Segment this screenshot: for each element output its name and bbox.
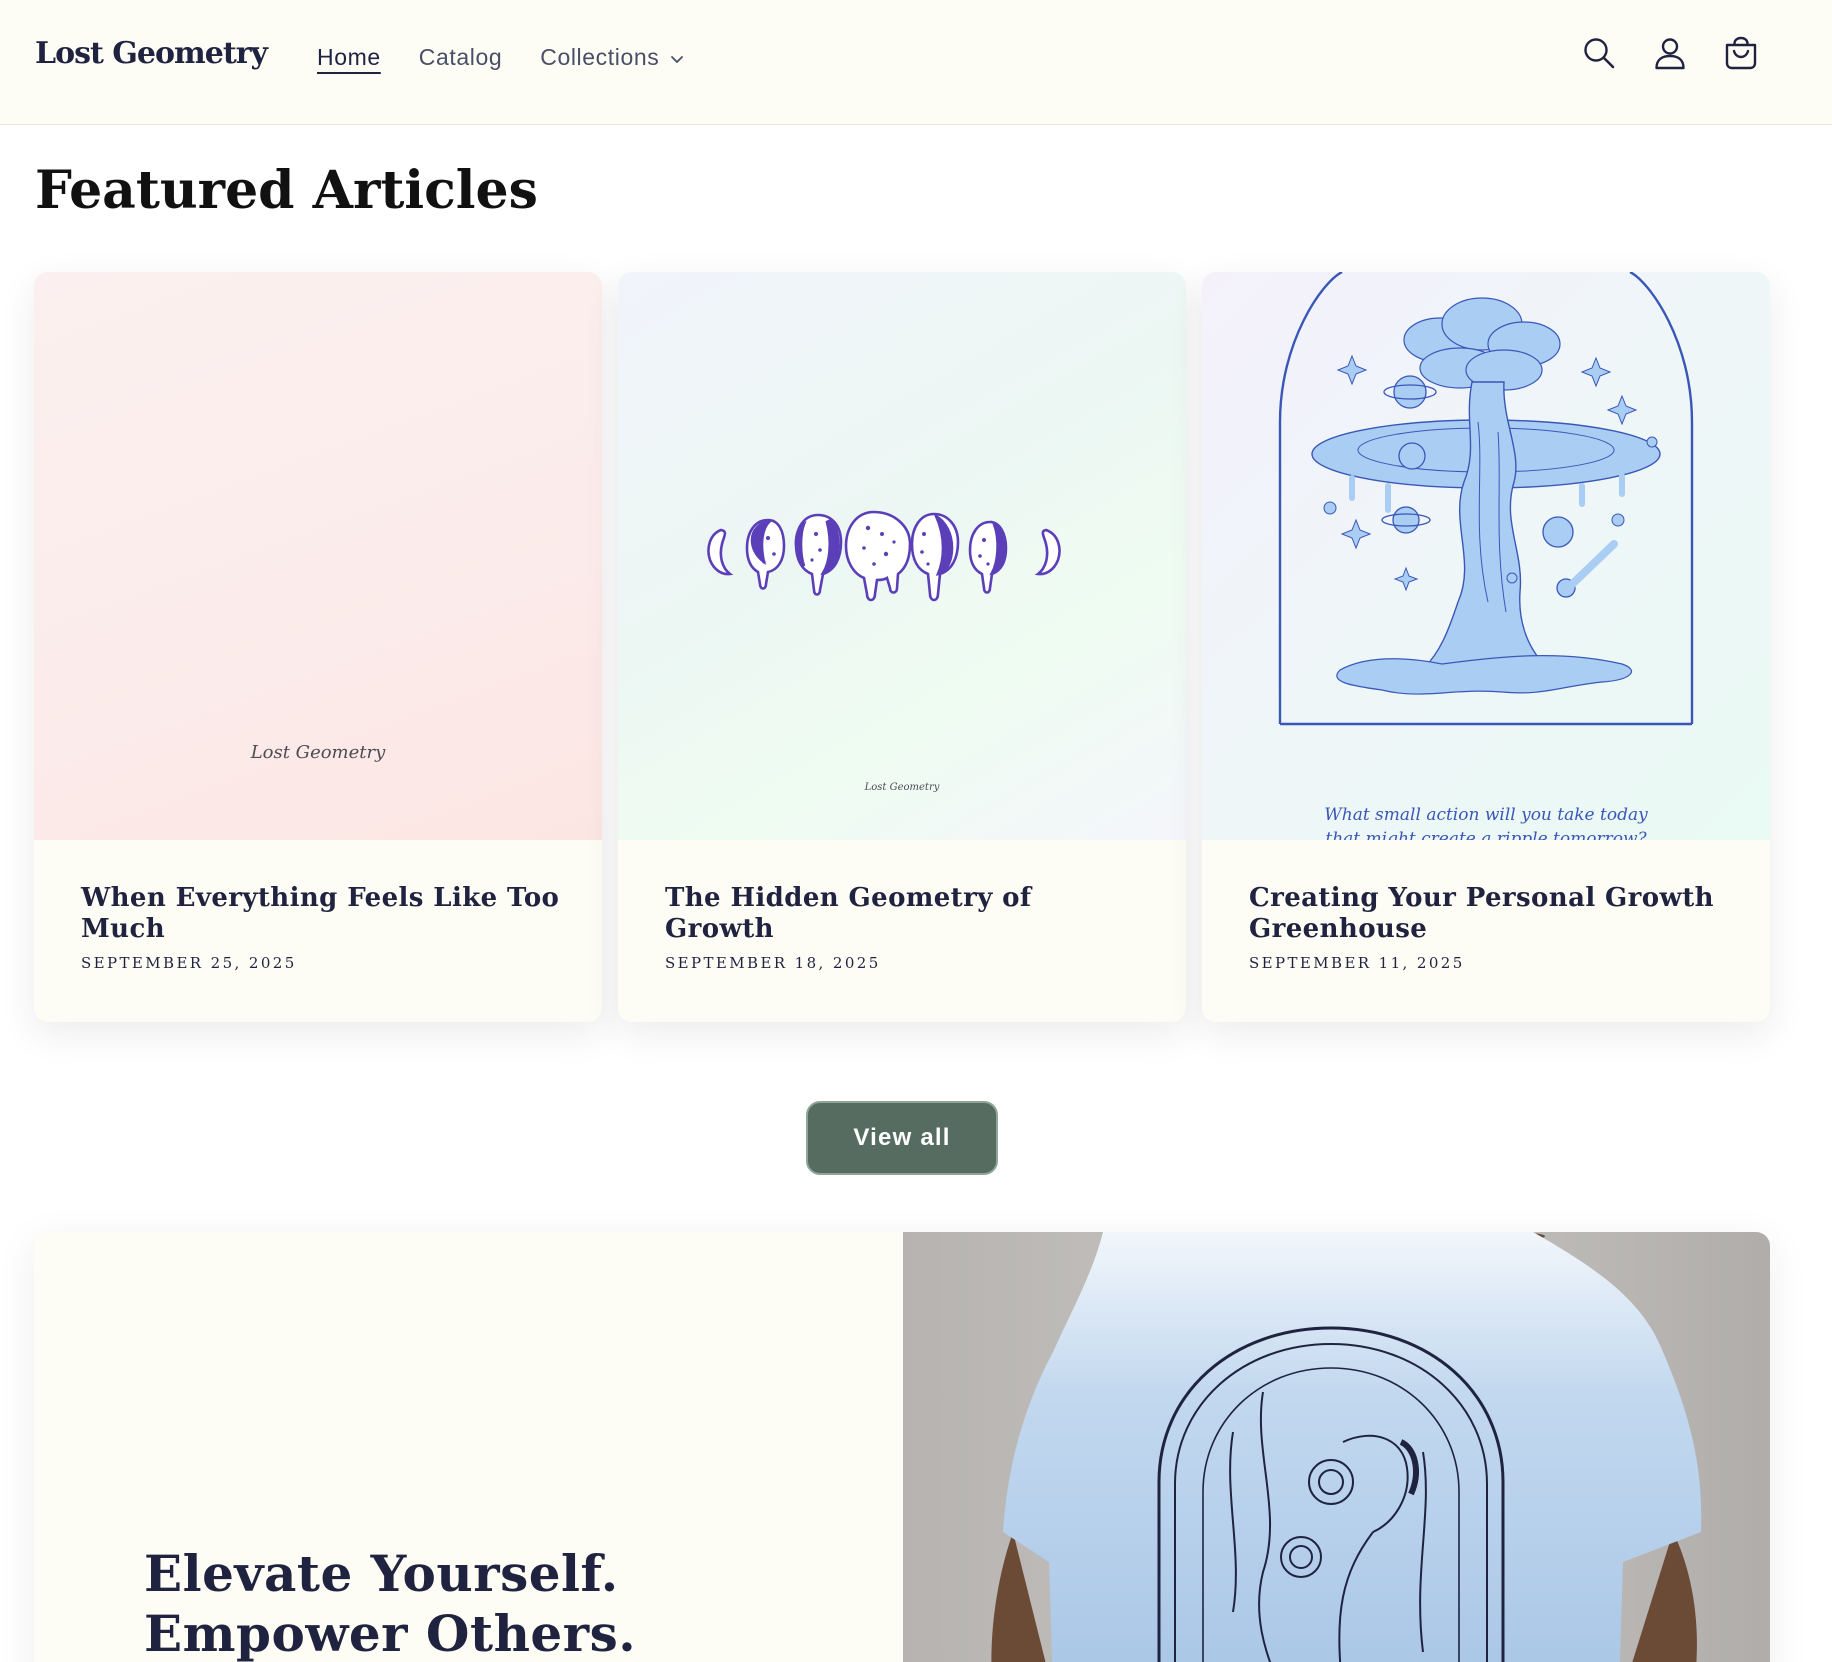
image-with-text-banner: Elevate Yourself. Empower Others. — [34, 1232, 1770, 1662]
cosmic-tree-illustration — [1278, 272, 1694, 726]
article-image: Lost Geometry — [618, 272, 1186, 840]
article-card[interactable]: Lost Geometry When Everything Feels Like… — [34, 272, 602, 1022]
tshirt-product-photo — [903, 1232, 1770, 1662]
featured-articles-heading: Featured Articles — [35, 160, 538, 221]
nav-collections-label: Collections — [540, 44, 660, 70]
article-date: SEPTEMBER 11, 2025 — [1249, 954, 1465, 972]
article-card[interactable]: Lost Geometry The Hidden Geometry of Gro… — [618, 272, 1186, 1022]
article-image: Lost Geometry — [34, 272, 602, 840]
image-wordmark: Lost Geometry — [864, 782, 940, 793]
article-date: SEPTEMBER 25, 2025 — [81, 954, 297, 972]
article-info: The Hidden Geometry of Growth SEPTEMBER … — [665, 883, 1145, 972]
article-title[interactable]: The Hidden Geometry of Growth — [665, 883, 1145, 945]
header-actions — [1582, 36, 1758, 70]
article-date: SEPTEMBER 18, 2025 — [665, 954, 881, 972]
nav-catalog[interactable]: Catalog — [419, 44, 502, 71]
moon-phases-illustration — [707, 510, 1061, 602]
store-logo[interactable]: Lost Geometry — [35, 36, 268, 71]
article-title[interactable]: Creating Your Personal Growth Greenhouse — [1249, 883, 1729, 945]
main-nav: Home Catalog Collections — [317, 44, 685, 71]
image-caption-cut: that might create a ripple tomorrow? — [1325, 829, 1647, 840]
image-wordmark: Lost Geometry — [250, 742, 386, 763]
nav-home-label: Home — [317, 44, 381, 70]
article-card[interactable]: What small action will you take today th… — [1202, 272, 1770, 1022]
article-title[interactable]: When Everything Feels Like Too Much — [81, 883, 561, 945]
article-list: Lost Geometry When Everything Feels Like… — [34, 272, 1770, 1022]
article-image: What small action will you take today th… — [1202, 272, 1770, 840]
article-info: When Everything Feels Like Too Much SEPT… — [81, 883, 561, 972]
banner-heading: Elevate Yourself. Empower Others. — [144, 1544, 637, 1662]
article-info: Creating Your Personal Growth Greenhouse… — [1249, 883, 1729, 972]
image-caption: What small action will you take today — [1324, 805, 1648, 825]
site-header: Lost Geometry Home Catalog Collections — [0, 0, 1832, 125]
search-icon[interactable] — [1582, 36, 1616, 70]
view-all-button[interactable]: View all — [806, 1101, 998, 1175]
nav-catalog-label: Catalog — [418, 44, 503, 70]
account-icon[interactable] — [1653, 36, 1687, 70]
chevron-down-icon — [671, 55, 684, 63]
page: Lost Geometry Home Catalog Collections F… — [0, 0, 1832, 1662]
cart-icon[interactable] — [1724, 36, 1758, 70]
nav-collections[interactable]: Collections — [540, 44, 685, 71]
nav-home[interactable]: Home — [317, 44, 381, 71]
